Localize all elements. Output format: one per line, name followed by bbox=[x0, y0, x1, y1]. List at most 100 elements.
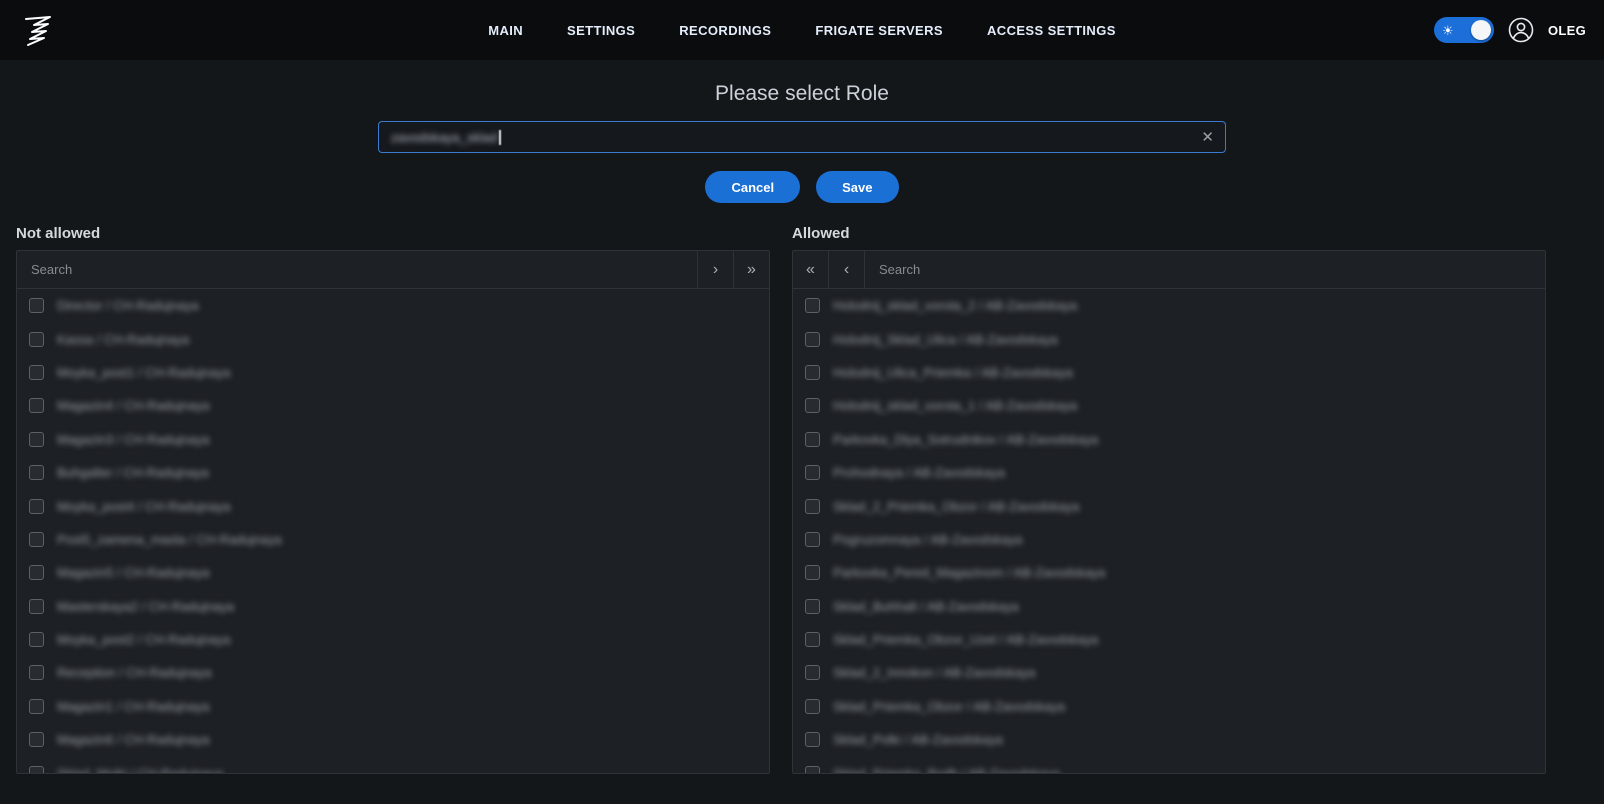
camera-checkbox[interactable] bbox=[29, 499, 44, 514]
camera-list-item[interactable]: Holodnij_Ulica_Priemka / AB-Zavodskaya bbox=[793, 356, 1545, 389]
camera-label: Sklad_Priemka_Obzor_Uzel / AB-Zavodskaya bbox=[833, 632, 1098, 647]
camera-checkbox[interactable] bbox=[805, 699, 820, 714]
role-name-input[interactable]: zavodskaya_sklad bbox=[378, 121, 1226, 153]
nav-access-settings[interactable]: ACCESS SETTINGS bbox=[987, 23, 1116, 38]
camera-list-item[interactable]: Parkovka_Pered_Magazinom / AB-Zavodskaya bbox=[793, 556, 1545, 589]
camera-checkbox[interactable] bbox=[29, 699, 44, 714]
move-all-left-button[interactable]: « bbox=[793, 251, 829, 288]
camera-list-item[interactable]: Holodnij_sklad_vorota_1 / AB-Zavodskaya bbox=[793, 389, 1545, 422]
camera-checkbox[interactable] bbox=[805, 665, 820, 680]
nav-recordings[interactable]: RECORDINGS bbox=[679, 23, 771, 38]
nav-settings[interactable]: SETTINGS bbox=[567, 23, 635, 38]
camera-list-item[interactable]: Magazin3 / CH-Radujnaya bbox=[17, 423, 769, 456]
camera-list-item[interactable]: Reception / CH-Radujnaya bbox=[17, 656, 769, 689]
camera-checkbox[interactable] bbox=[29, 599, 44, 614]
allowed-section: Allowed « ‹ Holodnij_sklad_vorota_2 / AB… bbox=[792, 225, 1546, 774]
camera-list-item[interactable]: Sklad_Polki / AB-Zavodskaya bbox=[793, 723, 1545, 756]
camera-checkbox[interactable] bbox=[29, 766, 44, 774]
camera-list-item[interactable]: Sklad_Mojki / CH-Radujnaya bbox=[17, 756, 769, 774]
camera-label: Buhgalter / CH-Radujnaya bbox=[57, 465, 209, 480]
camera-list-item[interactable]: Magazin5 / CH-Radujnaya bbox=[17, 556, 769, 589]
user-avatar-button[interactable] bbox=[1508, 17, 1534, 43]
camera-list-item[interactable]: Magazin6 / CH-Radujnaya bbox=[17, 723, 769, 756]
camera-list-item[interactable]: Sklad_Buhhalt / AB-Zavodskaya bbox=[793, 590, 1545, 623]
camera-checkbox[interactable] bbox=[805, 632, 820, 647]
move-selected-left-button[interactable]: ‹ bbox=[829, 251, 865, 288]
camera-checkbox[interactable] bbox=[805, 332, 820, 347]
camera-label: Sklad_2_Priemka_Obzor / AB-Zavodskaya bbox=[833, 499, 1079, 514]
camera-label: Sklad_Mojki / CH-Radujnaya bbox=[57, 766, 223, 774]
cancel-button[interactable]: Cancel bbox=[705, 171, 800, 203]
camera-checkbox[interactable] bbox=[805, 599, 820, 614]
camera-checkbox[interactable] bbox=[805, 432, 820, 447]
camera-checkbox[interactable] bbox=[29, 398, 44, 413]
clear-input-button[interactable]: ✕ bbox=[1197, 126, 1218, 148]
camera-list-item[interactable]: Moyka_post4 / CH-Radujnaya bbox=[17, 489, 769, 522]
move-selected-right-button[interactable]: › bbox=[697, 251, 733, 288]
not-allowed-section: Not allowed › » Director / CH-Radujnaya K… bbox=[16, 225, 770, 774]
camera-checkbox[interactable] bbox=[29, 665, 44, 680]
camera-label: Kassa / CH-Radujnaya bbox=[57, 332, 189, 347]
camera-list-item[interactable]: Sklad_2_Priemka_Obzor / AB-Zavodskaya bbox=[793, 489, 1545, 522]
camera-checkbox[interactable] bbox=[805, 532, 820, 547]
camera-checkbox[interactable] bbox=[29, 532, 44, 547]
camera-list-item[interactable]: Magazin4 / CH-Radujnaya bbox=[17, 389, 769, 422]
camera-list-item[interactable]: Moyka_post2 / CH-Radujnaya bbox=[17, 623, 769, 656]
not-allowed-title: Not allowed bbox=[16, 225, 770, 242]
camera-checkbox[interactable] bbox=[805, 565, 820, 580]
not-allowed-search-input[interactable] bbox=[17, 251, 697, 288]
camera-list-item[interactable]: Buhgalter / CH-Radujnaya bbox=[17, 456, 769, 489]
camera-list-item[interactable]: Magazin1 / CH-Radujnaya bbox=[17, 690, 769, 723]
camera-checkbox[interactable] bbox=[29, 565, 44, 580]
camera-checkbox[interactable] bbox=[29, 298, 44, 313]
camera-label: Post5_zamena_masla / CH-Radujnaya bbox=[57, 532, 282, 547]
camera-checkbox[interactable] bbox=[805, 298, 820, 313]
save-button[interactable]: Save bbox=[816, 171, 898, 203]
app-logo[interactable] bbox=[18, 9, 60, 51]
frigate-bird-icon bbox=[20, 11, 58, 49]
camera-list-item[interactable]: Holodnij_sklad_vorota_2 / AB-Zavodskaya bbox=[793, 289, 1545, 322]
camera-list-item[interactable]: Sklad_Priemka_Bodb / AB-Zavodskaya bbox=[793, 756, 1545, 774]
camera-checkbox[interactable] bbox=[29, 432, 44, 447]
camera-list-item[interactable]: Sklad_Priemka_Obzor / AB-Zavodskaya bbox=[793, 690, 1545, 723]
camera-list-item[interactable]: Kassa / CH-Radujnaya bbox=[17, 322, 769, 355]
camera-list-item[interactable]: Holodnij_Sklad_Ulica / AB-Zavodskaya bbox=[793, 322, 1545, 355]
camera-list-item[interactable]: Masterskaya2 / CH-Radujnaya bbox=[17, 590, 769, 623]
camera-list-item[interactable]: Sklad_2_Innokon / AB-Zavodskaya bbox=[793, 656, 1545, 689]
camera-list-item[interactable]: Sklad_Priemka_Obzor_Uzel / AB-Zavodskaya bbox=[793, 623, 1545, 656]
camera-checkbox[interactable] bbox=[29, 332, 44, 347]
camera-list-item[interactable]: Moyka_post1 / CH-Radujnaya bbox=[17, 356, 769, 389]
camera-label: Magazin3 / CH-Radujnaya bbox=[57, 432, 209, 447]
role-input-wrap: zavodskaya_sklad ✕ bbox=[378, 121, 1226, 153]
main-nav: MAIN SETTINGS RECORDINGS FRIGATE SERVERS… bbox=[488, 0, 1116, 60]
camera-checkbox[interactable] bbox=[805, 732, 820, 747]
camera-list-item[interactable]: Director / CH-Radujnaya bbox=[17, 289, 769, 322]
camera-label: Sklad_Priemka_Bodb / AB-Zavodskaya bbox=[833, 766, 1060, 774]
camera-list-item[interactable]: Parkovka_Dlya_Sotrudnikov / AB-Zavodskay… bbox=[793, 423, 1545, 456]
page-title: Please select Role bbox=[0, 82, 1604, 106]
camera-checkbox[interactable] bbox=[805, 398, 820, 413]
camera-checkbox[interactable] bbox=[29, 465, 44, 480]
nav-main[interactable]: MAIN bbox=[488, 23, 523, 38]
camera-checkbox[interactable] bbox=[805, 499, 820, 514]
camera-list-item[interactable]: Post5_zamena_masla / CH-Radujnaya bbox=[17, 523, 769, 556]
camera-checkbox[interactable] bbox=[805, 365, 820, 380]
camera-label: Parkovka_Dlya_Sotrudnikov / AB-Zavodskay… bbox=[833, 432, 1098, 447]
camera-checkbox[interactable] bbox=[29, 732, 44, 747]
camera-list-item[interactable]: Pogruzomnaya / AB-Zavodskaya bbox=[793, 523, 1545, 556]
theme-toggle[interactable]: ☀ bbox=[1434, 17, 1494, 43]
camera-checkbox[interactable] bbox=[29, 632, 44, 647]
camera-label: Moyka_post1 / CH-Radujnaya bbox=[57, 365, 230, 380]
camera-checkbox[interactable] bbox=[29, 365, 44, 380]
form-actions: Cancel Save bbox=[0, 171, 1604, 203]
username: OLEG bbox=[1548, 23, 1586, 38]
camera-label: Pogruzomnaya / AB-Zavodskaya bbox=[833, 532, 1022, 547]
nav-frigate-servers[interactable]: FRIGATE SERVERS bbox=[815, 23, 943, 38]
camera-list-item[interactable]: Prohodnaya / AB-Zavodskaya bbox=[793, 456, 1545, 489]
camera-checkbox[interactable] bbox=[805, 766, 820, 774]
allowed-search-input[interactable] bbox=[865, 251, 1545, 288]
move-all-right-button[interactable]: » bbox=[733, 251, 769, 288]
camera-checkbox[interactable] bbox=[805, 465, 820, 480]
camera-label: Sklad_Polki / AB-Zavodskaya bbox=[833, 732, 1003, 747]
not-allowed-panel: › » Director / CH-Radujnaya Kassa / CH-Ra… bbox=[16, 250, 770, 774]
